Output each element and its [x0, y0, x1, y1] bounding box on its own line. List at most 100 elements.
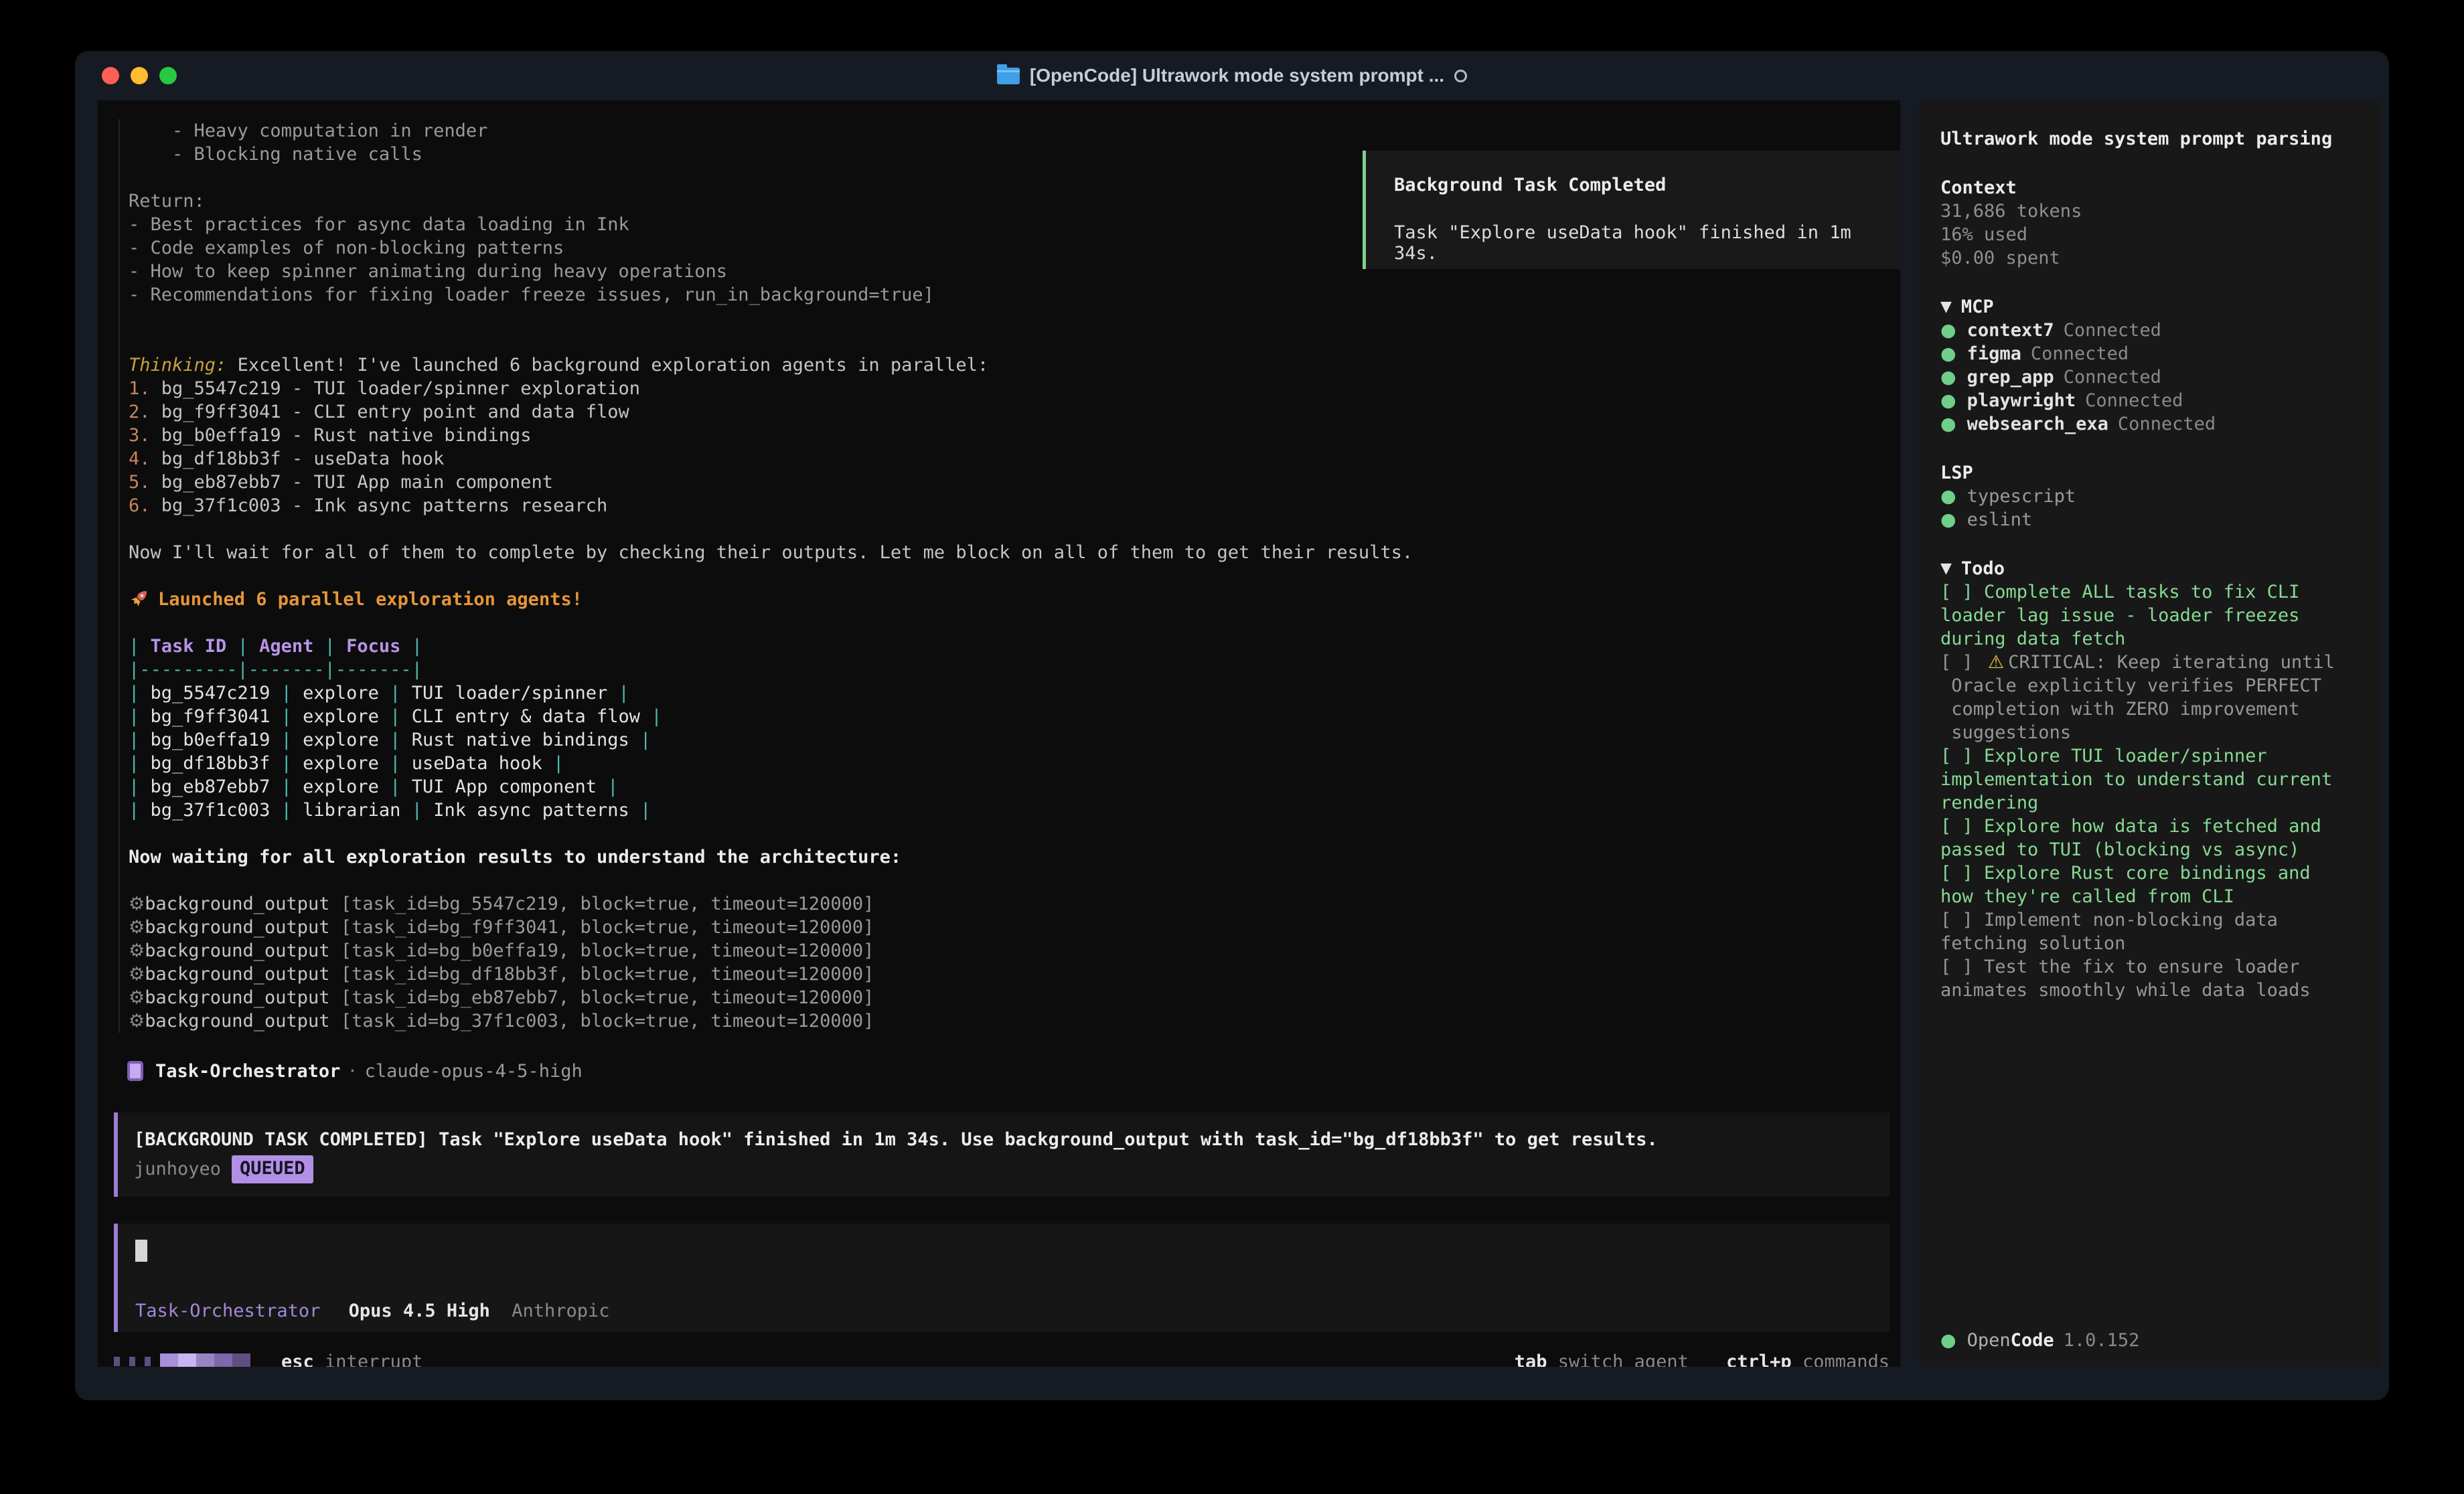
transcript-line	[129, 869, 1887, 892]
dot-separator: ·	[347, 1061, 358, 1082]
status-dot-icon: ●	[1940, 509, 1956, 530]
transcript-line: |---------|-------|-------|	[129, 658, 1887, 681]
transcript-line: | bg_f9ff3041 | explore | CLI entry & da…	[129, 705, 1887, 728]
transcript-line: Now waiting for all exploration results …	[129, 845, 1887, 869]
transcript-line: 4. bg_df18bb3f - useData hook	[129, 447, 1887, 471]
status-dot-icon: ●	[1940, 320, 1956, 341]
transcript-line: | Task ID | Agent | Focus |	[129, 635, 1887, 658]
progress-dot	[114, 1357, 120, 1366]
gear-icon: ⚙	[129, 964, 145, 985]
tab-key-hint: tab	[1515, 1351, 1547, 1367]
titlebar: [OpenCode] Ultrawork mode system prompt …	[75, 51, 2389, 100]
mcp-section-header[interactable]: ▼ MCP	[1940, 295, 2362, 319]
transcript-line: ⚙background_output [task_id=bg_df18bb3f,…	[129, 963, 1887, 986]
transcript-line: 1. bg_5547c219 - TUI loader/spinner expl…	[129, 377, 1887, 400]
status-dot-icon: ●	[1940, 343, 1956, 364]
agent-info-row: Task-Orchestrator Opus 4.5 High Anthropi…	[135, 1301, 610, 1321]
transcript-line: 6. bg_37f1c003 - Ink async patterns rese…	[129, 494, 1887, 517]
status-dot-icon: ●	[1940, 390, 1956, 411]
todo-heading: Todo	[1961, 558, 2005, 579]
lsp-item: ●typescript	[1940, 485, 2362, 508]
background-task-completed-box: [BACKGROUND TASK COMPLETED] Task "Explor…	[114, 1112, 1890, 1197]
terminal-main-pane: - Heavy computation in render - Blocking…	[98, 100, 1900, 1367]
mcp-status: Connected	[2031, 343, 2129, 364]
text-cursor	[135, 1240, 147, 1262]
mcp-name: websearch_exa	[1967, 414, 2108, 434]
mcp-item: ●websearch_exaConnected	[1940, 412, 2362, 436]
transcript-line: ⚙background_output [task_id=bg_eb87ebb7,…	[129, 986, 1887, 1009]
progress-block	[232, 1353, 250, 1367]
gear-icon: ⚙	[129, 940, 145, 961]
esc-key-hint: esc	[281, 1351, 314, 1367]
ctrlp-key-hint: ctrl+p	[1726, 1351, 1792, 1367]
lsp-name: eslint	[1967, 509, 2033, 530]
status-dot-icon: ●	[1940, 414, 1956, 434]
transcript-line: | bg_5547c219 | explore | TUI loader/spi…	[129, 681, 1887, 705]
transcript-line: ⚙background_output [task_id=bg_5547c219,…	[129, 892, 1887, 916]
gear-icon: ⚙	[129, 894, 145, 914]
status-dot-icon: ●	[1940, 486, 1956, 507]
lsp-item: ● eslint	[1940, 508, 2362, 531]
traffic-lights	[102, 51, 177, 100]
input-model-name: Opus 4.5 High	[349, 1301, 490, 1321]
transcript-line: ⚙background_output [task_id=bg_b0effa19,…	[129, 939, 1887, 963]
folder-icon	[997, 68, 1020, 84]
close-button[interactable]	[102, 67, 119, 84]
mcp-heading: MCP	[1961, 297, 1994, 317]
esc-key-label: interrupt	[325, 1351, 422, 1367]
transcript-line: 3. bg_b0effa19 - Rust native bindings	[129, 424, 1887, 447]
chevron-down-icon: ▼	[1940, 299, 1952, 315]
completed-user: junhoyeo	[134, 1157, 221, 1182]
brand-open: Open	[1967, 1330, 2011, 1351]
app-window: [OpenCode] Ultrawork mode system prompt …	[75, 51, 2389, 1400]
transcript-line: | bg_eb87ebb7 | explore | TUI App compon…	[129, 775, 1887, 799]
progress-block	[160, 1353, 178, 1367]
app-version-footer: ●OpenCode1.0.152	[1940, 1329, 2139, 1352]
progress-block	[196, 1353, 214, 1367]
window-title: [OpenCode] Ultrawork mode system prompt …	[1030, 65, 1444, 86]
transcript-line: - Heavy computation in render	[129, 119, 1887, 143]
todo-list: [ ] Complete ALL tasks to fix CLI loader…	[1940, 580, 2362, 1002]
transcript-line: | bg_df18bb3f | explore | useData hook |	[129, 752, 1887, 775]
gear-icon: ⚙	[129, 1011, 145, 1031]
progress-dot	[129, 1357, 135, 1366]
progress-block	[178, 1353, 196, 1367]
todo-section-header[interactable]: ▼Todo	[1940, 557, 2362, 580]
session-title: Ultrawork mode system prompt parsing	[1940, 127, 2362, 151]
todo-item: [ ] Test the fix to ensure loader animat…	[1940, 955, 2362, 1002]
mcp-status: Connected	[2064, 367, 2161, 388]
gear-icon: ⚙	[129, 917, 145, 938]
transcript-line	[129, 517, 1887, 541]
transcript-line: ⚙background_output [task_id=bg_f9ff3041,…	[129, 916, 1887, 939]
context-used: 16% used	[1940, 223, 2362, 246]
rocket-icon	[129, 588, 151, 614]
window-title-group: [OpenCode] Ultrawork mode system prompt …	[75, 51, 2389, 100]
gear-icon: ⚙	[129, 987, 145, 1008]
brand-code: Code	[2011, 1330, 2054, 1351]
completed-message: [BACKGROUND TASK COMPLETED] Task "Explor…	[134, 1127, 1876, 1153]
mcp-item: ●context7Connected	[1940, 319, 2362, 342]
todo-item: [ ] ⚠CRITICAL: Keep iterating until Orac…	[1940, 651, 2362, 744]
orchestrator-row: Task-Orchestrator·claude-opus-4-5-high	[127, 1061, 1900, 1082]
zoom-button[interactable]	[159, 67, 177, 84]
transcript-line: Launched 6 parallel exploration agents!	[129, 588, 1887, 611]
transcript-line	[129, 330, 1887, 353]
transcript-line: Now I'll wait for all of them to complet…	[129, 541, 1887, 564]
transcript-line: 5. bg_eb87ebb7 - TUI App main component	[129, 471, 1887, 494]
mcp-name: grep_app	[1967, 367, 2054, 388]
context-tokens: 31,686 tokens	[1940, 199, 2362, 223]
progress-dot	[145, 1357, 151, 1366]
orchestrator-name: Task-Orchestrator	[155, 1061, 340, 1082]
todo-item: [ ] Explore Rust core bindings and how t…	[1940, 861, 2362, 908]
mcp-name: playwright	[1967, 390, 2076, 411]
transcript-line: | bg_b0effa19 | explore | Rust native bi…	[129, 728, 1887, 752]
status-bar: esc interrupt tab switch agent ctrl+p co…	[114, 1348, 1890, 1367]
app-version: 1.0.152	[2064, 1330, 2140, 1351]
status-dot-icon: ●	[1940, 367, 1956, 388]
lsp-section: LSP ●typescript●eslint	[1940, 461, 2362, 531]
prompt-input[interactable]: Task-Orchestrator Opus 4.5 High Anthropi…	[114, 1224, 1890, 1332]
toast-notification[interactable]: Background Task Completed Task "Explore …	[1363, 151, 1900, 269]
agent-square-icon	[127, 1061, 143, 1081]
status-badge: QUEUED	[232, 1155, 313, 1183]
minimize-button[interactable]	[131, 67, 148, 84]
